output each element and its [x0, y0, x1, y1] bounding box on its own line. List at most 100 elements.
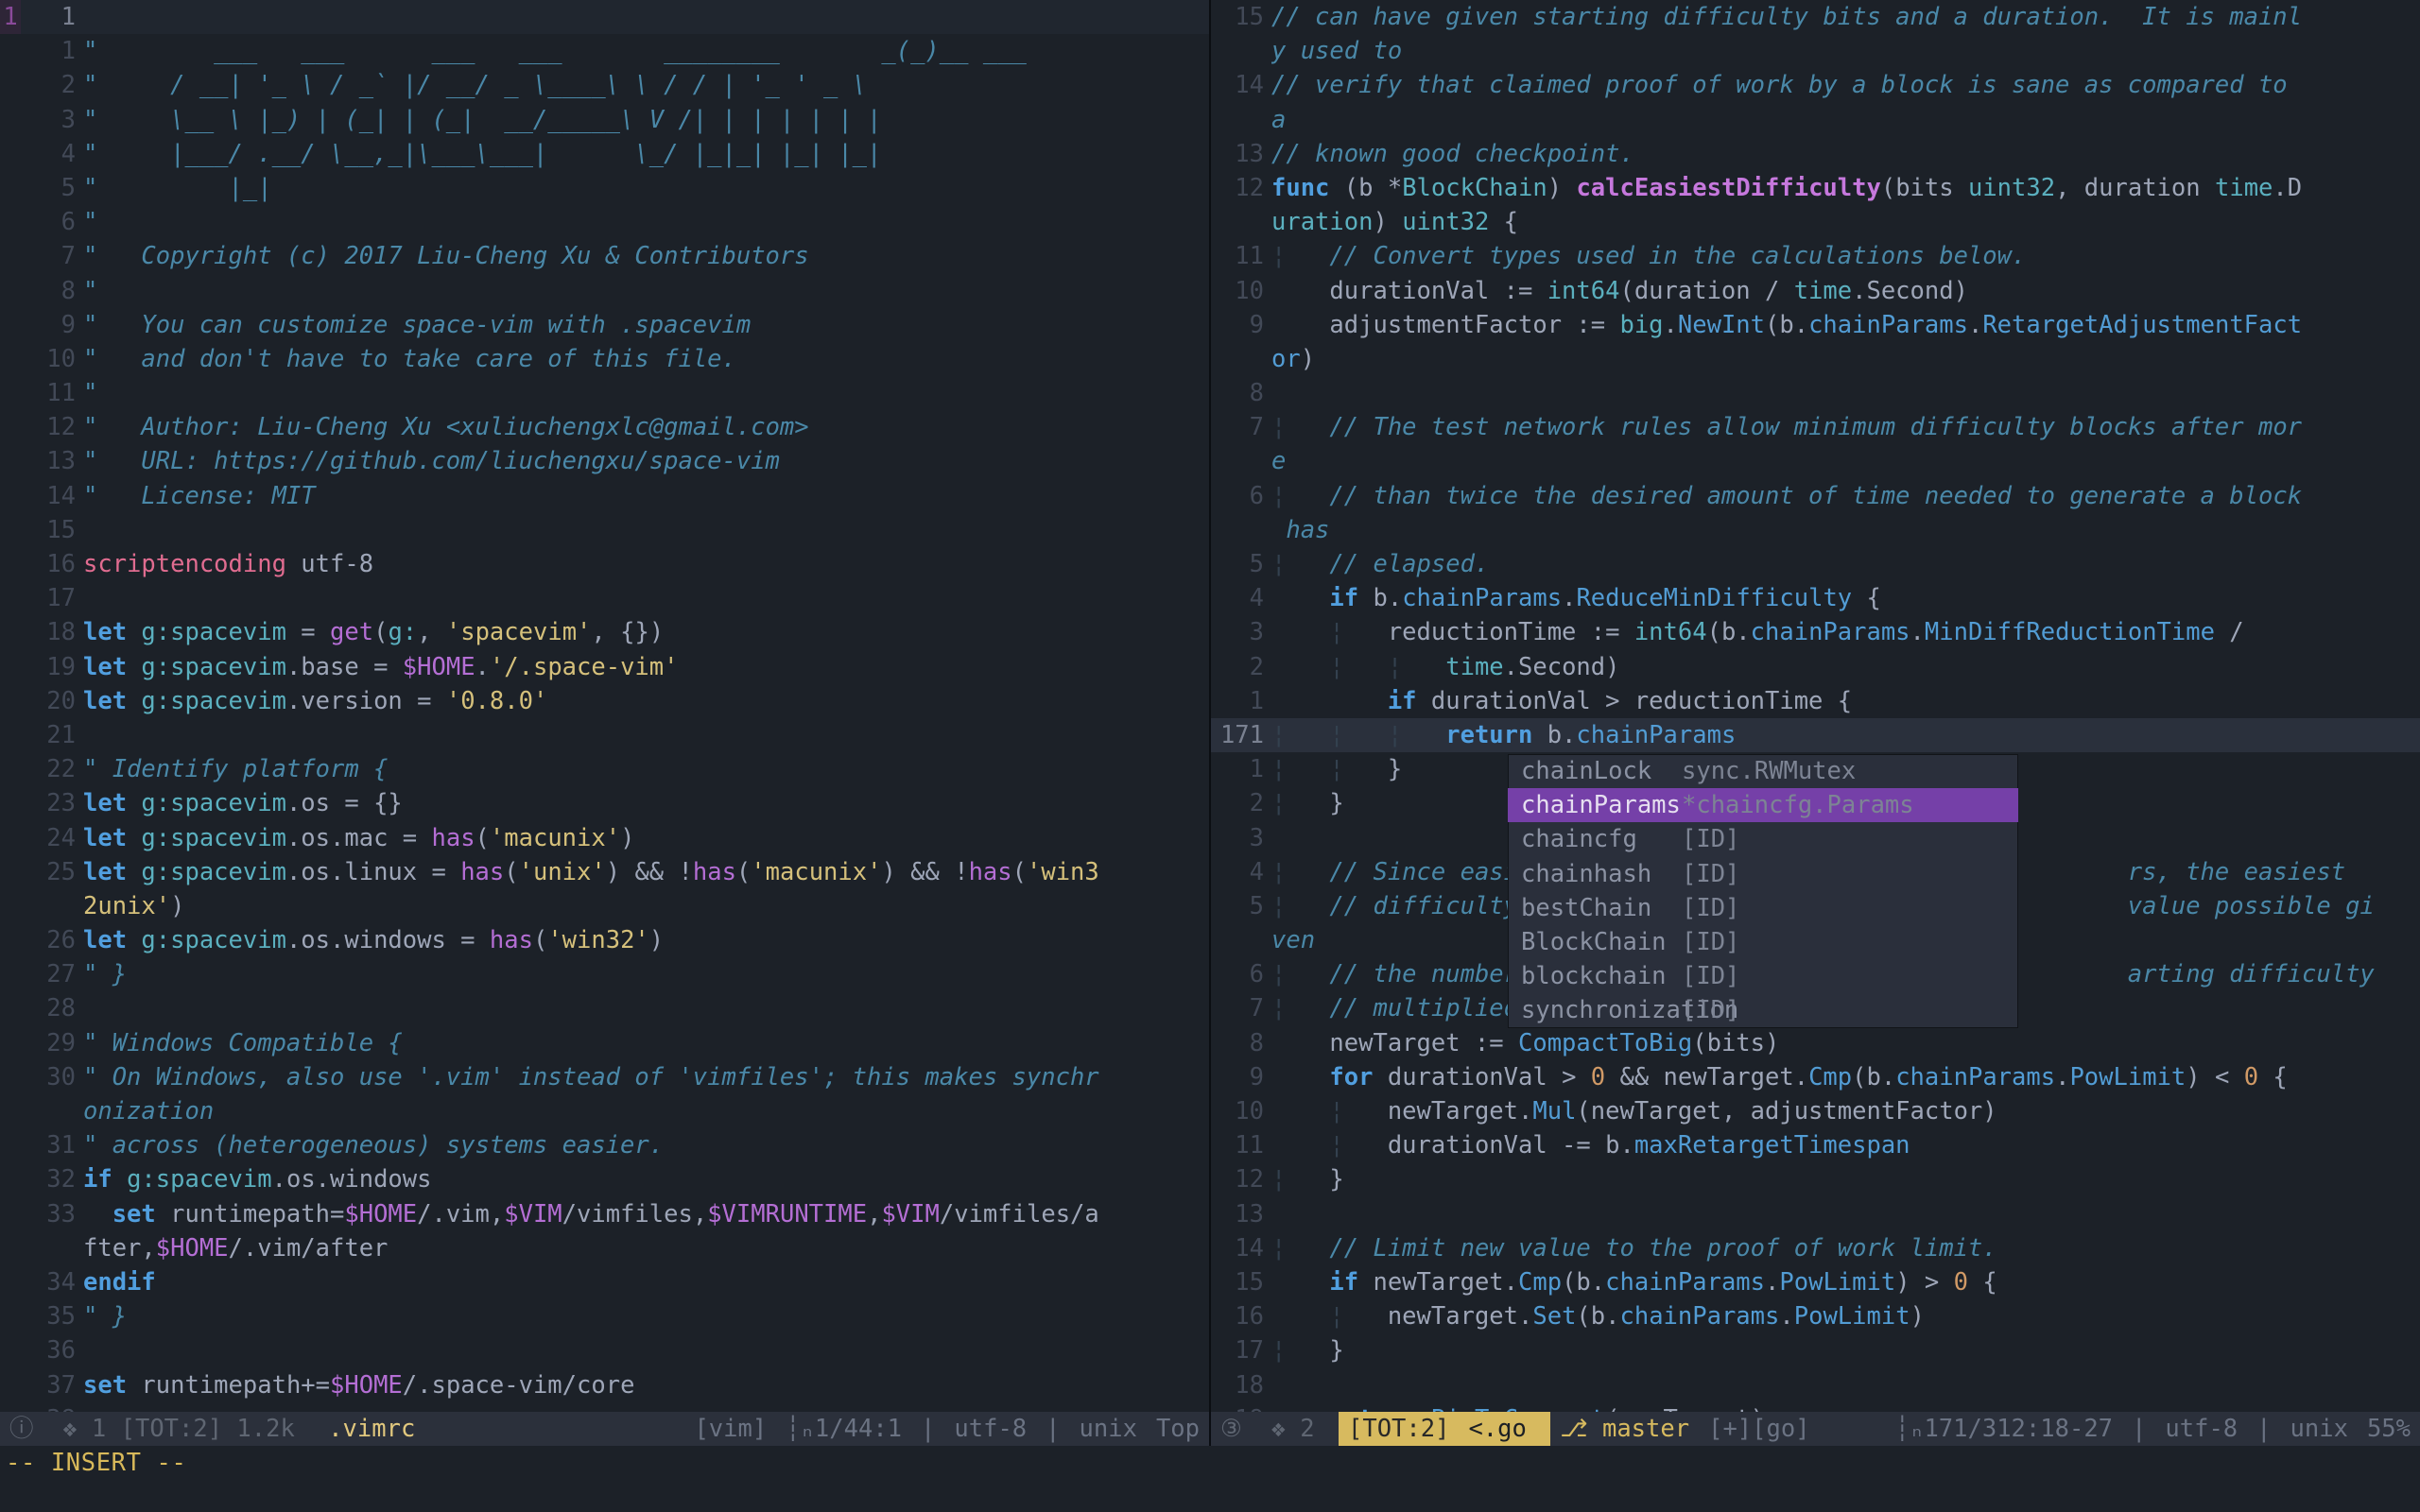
code-row[interactable]: 13 — [1211, 1197, 2420, 1231]
code-row[interactable]: 29" Windows Compatible { — [0, 1026, 1209, 1060]
code-row[interactable]: 15 if newTarget.Cmp(b.chainParams.PowLim… — [1211, 1265, 2420, 1299]
status-pct-left: Top — [1147, 1412, 1209, 1446]
code-row[interactable]: 1" ___ ___ ___ ___ ________ _(_)__ ___ — [0, 34, 1209, 68]
code-row[interactable]: 18let g:spacevim = get(g:, 'spacevim', {… — [0, 615, 1209, 649]
code-row[interactable]: 14¦ // Limit new value to the proof of w… — [1211, 1231, 2420, 1265]
code-row[interactable]: onization — [0, 1094, 1209, 1128]
left-pane: 11 1" ___ ___ ___ ___ ________ _(_)__ __… — [0, 0, 1211, 1446]
left-status-line: ⓘ ❖ 1 [TOT:2] 1.2k .vimrc [vim] ┆ₙ1/44:1… — [0, 1412, 1209, 1446]
code-row[interactable]: 11 — [0, 0, 1209, 34]
code-row[interactable]: 11 ¦ durationVal -= b.maxRetargetTimespa… — [1211, 1128, 2420, 1162]
code-row[interactable]: 18 — [1211, 1368, 2420, 1402]
code-row[interactable]: 9 for durationVal > 0 && newTarget.Cmp(b… — [1211, 1060, 2420, 1094]
right-status-line: ③ ❖ 2 [TOT:2] <.go ⎇ master [+][go] ┆ₙ17… — [1211, 1412, 2420, 1446]
code-row[interactable]: 38 — [0, 1402, 1209, 1412]
code-row[interactable]: 25let g:spacevim.os.linux = has('unix') … — [0, 855, 1209, 889]
code-row[interactable]: 13// known good checkpoint. — [1211, 137, 2420, 171]
branch-icon: ⎇ — [1560, 1415, 1602, 1443]
code-row[interactable]: 14" License: MIT — [0, 479, 1209, 513]
code-row[interactable]: 36 — [0, 1333, 1209, 1367]
code-row[interactable]: 16scriptencoding utf-8 — [0, 547, 1209, 581]
completion-item[interactable]: blockchain [ID] — [1508, 959, 2018, 993]
command-line[interactable]: -- INSERT -- — [0, 1446, 2420, 1480]
left-code-body[interactable]: 11 1" ___ ___ ___ ___ ________ _(_)__ __… — [0, 0, 1209, 1412]
right-code-body[interactable]: 15// can have given starting difficulty … — [1211, 0, 2420, 1412]
code-row[interactable]: 17¦ } — [1211, 1333, 2420, 1367]
completion-item[interactable]: chainhash [ID] — [1508, 857, 2018, 891]
code-row[interactable]: 28 — [0, 991, 1209, 1025]
code-row[interactable]: 12func (b *BlockChain) calcEasiestDiffic… — [1211, 171, 2420, 205]
status-enc-right: utf-8 — [2155, 1412, 2247, 1446]
code-row[interactable]: 8 — [1211, 376, 2420, 410]
code-row[interactable]: 24let g:spacevim.os.mac = has('macunix') — [0, 821, 1209, 855]
code-row[interactable]: e — [1211, 444, 2420, 478]
code-row[interactable]: uration) uint32 { — [1211, 205, 2420, 239]
code-row[interactable]: 17 — [0, 581, 1209, 615]
code-row[interactable]: 33 set runtimepath=$HOME/.vim,$VIM/vimfi… — [0, 1197, 1209, 1231]
code-row[interactable]: 1 if durationVal > reductionTime { — [1211, 684, 2420, 718]
code-row[interactable]: 19let g:spacevim.base = $HOME.'/.space-v… — [0, 650, 1209, 684]
code-row[interactable]: or) — [1211, 342, 2420, 376]
completion-popup[interactable]: chainLock sync.RWMutexchainParams *chain… — [1508, 754, 2018, 1028]
code-row[interactable]: 171¦ ¦ ¦ return b.chainParams — [1211, 718, 2420, 752]
code-row[interactable]: 37set runtimepath+=$HOME/.space-vim/core — [0, 1368, 1209, 1402]
code-row[interactable]: 10 ¦ newTarget.Mul(newTarget, adjustment… — [1211, 1094, 2420, 1128]
code-row[interactable]: 19 return BigToCompact(newTarget) — [1211, 1402, 2420, 1412]
code-row[interactable]: 4" |___/ .__/ \__,_|\___\___| \_/ |_|_| … — [0, 137, 1209, 171]
code-row[interactable]: 6¦ // than twice the desired amount of t… — [1211, 479, 2420, 513]
code-row[interactable]: 9" You can customize space-vim with .spa… — [0, 308, 1209, 342]
code-row[interactable]: 10 durationVal := int64(duration / time.… — [1211, 274, 2420, 308]
code-row[interactable]: 3" \__ \ |_) | (_| | (_| __/_____\ V /| … — [0, 103, 1209, 137]
completion-item[interactable]: bestChain [ID] — [1508, 891, 2018, 925]
code-row[interactable]: 13" URL: https://github.com/liuchengxu/s… — [0, 444, 1209, 478]
completion-item[interactable]: synchronization [ID] — [1508, 993, 2018, 1027]
code-row[interactable]: 3 ¦ reductionTime := int64(b.chainParams… — [1211, 615, 2420, 649]
code-row[interactable]: 35" } — [0, 1299, 1209, 1333]
code-row[interactable]: 21 — [0, 718, 1209, 752]
completion-item[interactable]: BlockChain [ID] — [1508, 925, 2018, 959]
code-row[interactable]: 30" On Windows, also use '.vim' instead … — [0, 1060, 1209, 1094]
code-row[interactable]: 12" Author: Liu-Cheng Xu <xuliuchengxlc@… — [0, 410, 1209, 444]
code-row[interactable]: 11¦ // Convert types used in the calcula… — [1211, 239, 2420, 273]
code-row[interactable]: y used to — [1211, 34, 2420, 68]
code-row[interactable]: 34endif — [0, 1265, 1209, 1299]
code-row[interactable]: 5¦ // elapsed. — [1211, 547, 2420, 581]
status-pct-right: 55% — [2358, 1412, 2420, 1446]
code-row[interactable]: 15// can have given starting difficulty … — [1211, 0, 2420, 34]
code-row[interactable]: 22" Identify platform { — [0, 752, 1209, 786]
code-row[interactable]: 14// verify that claimed proof of work b… — [1211, 68, 2420, 102]
code-row[interactable]: 11" — [0, 376, 1209, 410]
code-row[interactable]: 32if g:spacevim.os.windows — [0, 1162, 1209, 1196]
code-row[interactable]: 8" — [0, 274, 1209, 308]
status-bufs-right: [+][go] — [1699, 1412, 1819, 1446]
code-row[interactable]: 26let g:spacevim.os.windows = has('win32… — [0, 923, 1209, 957]
code-row[interactable]: 15 — [0, 513, 1209, 547]
status-leader-right: ③ ❖ 2 — [1211, 1412, 1339, 1446]
completion-item[interactable]: chainParams *chaincfg.Params — [1508, 788, 2018, 822]
code-row[interactable]: 6" — [0, 205, 1209, 239]
code-row[interactable]: 2 ¦ ¦ time.Second) — [1211, 650, 2420, 684]
code-row[interactable]: 10" and don't have to take care of this … — [0, 342, 1209, 376]
code-row[interactable]: 16 ¦ newTarget.Set(b.chainParams.PowLimi… — [1211, 1299, 2420, 1333]
code-row[interactable]: 20let g:spacevim.version = '0.8.0' — [0, 684, 1209, 718]
code-row[interactable]: has — [1211, 513, 2420, 547]
code-row[interactable]: 2unix') — [0, 889, 1209, 923]
status-tot-right: [TOT:2] — [1339, 1412, 1459, 1446]
code-row[interactable]: fter,$HOME/.vim/after — [0, 1231, 1209, 1265]
code-row[interactable]: 7¦ // The test network rules allow minim… — [1211, 410, 2420, 444]
code-row[interactable]: 5" |_| — [0, 171, 1209, 205]
code-row[interactable]: 8 newTarget := CompactToBig(bits) — [1211, 1026, 2420, 1060]
code-row[interactable]: 2" / __| '_ \ / _` |/ __/ _ \____\ \ / /… — [0, 68, 1209, 102]
code-row[interactable]: 23let g:spacevim.os = {} — [0, 786, 1209, 820]
code-row[interactable]: a — [1211, 103, 2420, 137]
code-row[interactable]: 4 if b.chainParams.ReduceMinDifficulty { — [1211, 581, 2420, 615]
status-filename-left: .vimrc — [304, 1412, 440, 1446]
code-row[interactable]: 27" } — [0, 957, 1209, 991]
completion-item[interactable]: chainLock sync.RWMutex — [1508, 754, 2018, 788]
code-row[interactable]: 9 adjustmentFactor := big.NewInt(b.chain… — [1211, 308, 2420, 342]
completion-item[interactable]: chaincfg [ID] — [1508, 822, 2018, 856]
code-row[interactable]: 7" Copyright (c) 2017 Liu-Cheng Xu & Con… — [0, 239, 1209, 273]
status-leader-left: ⓘ ❖ 1 [TOT:2] 1.2k — [0, 1412, 304, 1446]
code-row[interactable]: 31" across (heterogeneous) systems easie… — [0, 1128, 1209, 1162]
code-row[interactable]: 12¦ } — [1211, 1162, 2420, 1196]
